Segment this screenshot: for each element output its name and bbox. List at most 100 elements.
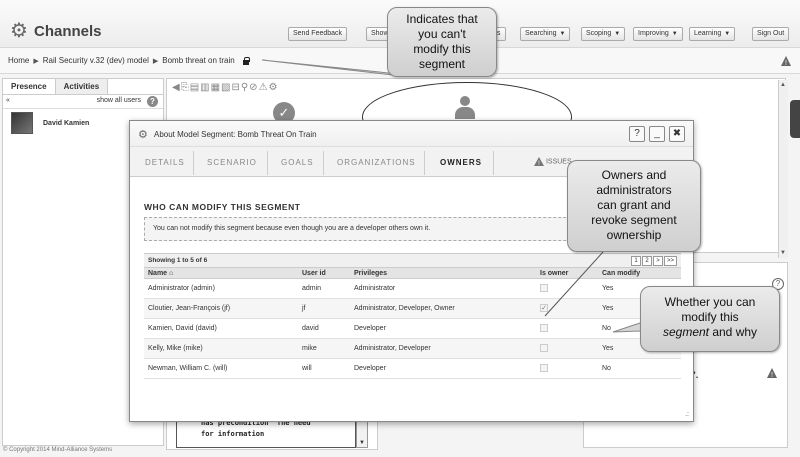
presence-tabs: Presence Activities (3, 79, 163, 95)
breadcrumb-home[interactable]: Home (8, 56, 29, 65)
table-row: Kelly, Mike (mike) mike Administrator, D… (144, 339, 681, 359)
tab-divider (424, 151, 425, 175)
col-can-modify[interactable]: Can modify (598, 268, 681, 278)
cell-name: Kamien, David (david) (148, 325, 217, 332)
cell-name: Administrator (admin) (148, 285, 215, 292)
tab-owners[interactable]: OWNERS (440, 158, 482, 167)
callout-lock-line: Indicates that (406, 12, 478, 26)
table-body: Administrator (admin) admin Administrato… (144, 279, 681, 379)
owner-checkbox[interactable]: ✓ (540, 304, 548, 313)
avatar (11, 112, 33, 134)
app-title: Channels (34, 22, 102, 40)
cell-is-owner: ✓ (536, 299, 598, 318)
svg-text:!: ! (785, 60, 787, 67)
tab-presence[interactable]: Presence (3, 79, 56, 94)
collapse-icon[interactable]: « (6, 97, 10, 104)
searching-menu[interactable]: Searching ▼ (520, 27, 571, 41)
chevron-right-icon: ▶ (152, 57, 159, 65)
tab-scenario[interactable]: SCENARIO (207, 158, 257, 167)
showing-count: Showing 1 to 5 of 6 (148, 257, 208, 264)
cell-user-id: will (302, 365, 312, 372)
callout-owners-line: revoke segment (591, 213, 677, 227)
last-page-button[interactable]: >> (663, 256, 677, 266)
scroll-down-icon[interactable]: ▼ (780, 250, 786, 256)
gear-cluster-icon: ⚙ (138, 129, 148, 141)
learning-menu[interactable]: Learning ▼ (689, 27, 736, 41)
side-handle[interactable] (790, 100, 800, 138)
pager: 1 2 > >> (630, 256, 677, 266)
tab-divider (493, 151, 494, 175)
callout-modify-line: modify this (681, 310, 739, 324)
callout-owners-line: ownership (606, 228, 662, 242)
cell-privileges: Developer (354, 365, 386, 372)
col-name[interactable]: Name ⌂ (144, 268, 298, 278)
cell-user-id: admin (302, 285, 322, 292)
minimize-button[interactable]: _ (649, 126, 665, 142)
page-1-button[interactable]: 1 (630, 256, 641, 266)
tab-issues[interactable]: ! ISSUES (534, 157, 572, 166)
presence-subbar: « show all users ? (3, 95, 163, 109)
cell-is-owner (536, 359, 598, 378)
person-icon (455, 96, 475, 120)
app-logo[interactable]: ⚙ Channels (10, 21, 102, 41)
scoping-label: Scoping (586, 30, 612, 37)
warning-icon[interactable]: ! (766, 367, 778, 379)
next-page-button[interactable]: > (652, 256, 663, 266)
sign-out-button[interactable]: Sign Out (752, 27, 790, 41)
cell-user-id: david (302, 325, 319, 332)
tab-goals[interactable]: GOALS (281, 158, 314, 167)
callout-modify: Whether you can modify this segment and … (640, 286, 780, 352)
col-is-owner[interactable]: Is owner (536, 268, 598, 278)
show-all-users-link[interactable]: show all users (97, 97, 141, 104)
cell-is-owner (536, 279, 598, 298)
chevron-down-icon: ▼ (559, 31, 566, 37)
help-icon[interactable]: ? (147, 96, 158, 107)
warning-icon[interactable]: ! (780, 55, 792, 67)
callout-owners: Owners and administrators can grant and … (567, 160, 701, 252)
tab-divider (323, 151, 324, 175)
resize-handle[interactable]: .: (685, 411, 689, 418)
user-name: David Kamien (43, 119, 90, 127)
scroll-up-icon[interactable]: ▲ (780, 82, 786, 88)
learning-label: Learning (694, 30, 722, 37)
cell-can-modify: No (602, 365, 611, 372)
tab-activities[interactable]: Activities (55, 79, 109, 94)
chevron-down-icon: ▼ (671, 31, 678, 37)
col-user-id[interactable]: User id (298, 268, 350, 278)
owner-checkbox[interactable] (540, 324, 548, 333)
cell-user-id: mike (302, 345, 317, 352)
send-feedback-button[interactable]: Send Feedback (288, 27, 348, 41)
col-privileges[interactable]: Privileges (350, 268, 536, 278)
callout-lock-line: you can't (418, 27, 466, 41)
improving-menu[interactable]: Improving ▼ (633, 27, 683, 41)
dialog-title-bar[interactable]: ⚙ About Model Segment: Bomb Threat On Tr… (130, 121, 693, 147)
callout-owners-line: can grant and (597, 198, 671, 212)
cell-name: Cloutier, Jean-François (jf) (148, 305, 231, 312)
cell-name: Kelly, Mike (mike) (148, 345, 203, 352)
close-button[interactable]: ✖ (669, 126, 685, 142)
breadcrumb-segment[interactable]: Bomb threat on train (162, 56, 234, 65)
vertical-scrollbar[interactable]: ▲ ▼ (778, 80, 788, 258)
dialog-title: About Model Segment: Bomb Threat On Trai… (154, 130, 317, 139)
owner-checkbox[interactable] (540, 364, 548, 373)
callout-modify-line: segment and why (641, 325, 779, 340)
callout-lock: Indicates that you can't modify this seg… (387, 7, 497, 77)
chevron-right-icon: ▶ (33, 57, 39, 65)
section-title: WHO CAN MODIFY THIS SEGMENT (144, 202, 301, 212)
page-2-button[interactable]: 2 (641, 256, 652, 266)
scoping-menu[interactable]: Scoping ▼ (581, 27, 626, 41)
copyright: © Copyright 2014 Mind-Alliance Systems (3, 447, 113, 453)
owner-checkbox[interactable] (540, 284, 548, 293)
tab-details[interactable]: DETAILS (145, 158, 185, 167)
callout-owners-line: administrators (596, 183, 672, 197)
app-root: ⚙ Channels Send Feedback Show s Searchin… (0, 0, 800, 457)
cell-privileges: Administrator (354, 285, 396, 292)
tab-organizations[interactable]: ORGANIZATIONS (337, 158, 416, 167)
map-toolbar-icons[interactable]: ◀⎘▤▥▦▧⊟⚲⊘⚠⚙ (172, 82, 279, 93)
owner-checkbox[interactable] (540, 344, 548, 353)
help-button[interactable]: ? (629, 126, 645, 142)
breadcrumb-model[interactable]: Rail Security v.32 (dev) model (43, 56, 149, 65)
improving-label: Improving (638, 30, 669, 37)
scroll-down-icon[interactable]: ▼ (359, 440, 365, 446)
callout-modify-rest: and why (709, 325, 758, 339)
